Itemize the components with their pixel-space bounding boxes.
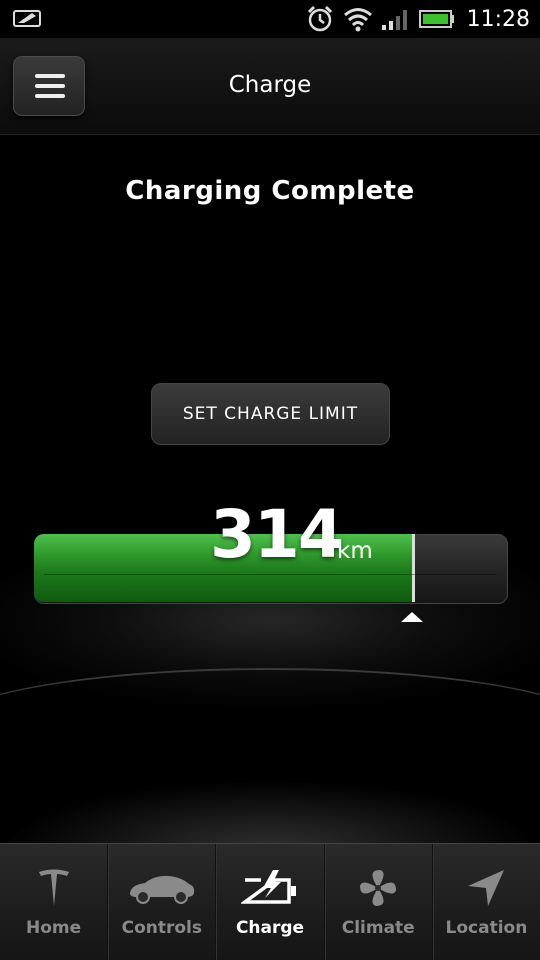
tesla-logo-icon bbox=[37, 868, 71, 908]
app-header: Charge bbox=[0, 38, 540, 135]
nav-label-home: Home bbox=[26, 918, 82, 938]
nav-item-charge[interactable]: Charge bbox=[216, 844, 325, 960]
fan-icon bbox=[358, 868, 398, 908]
battery-icon bbox=[418, 10, 454, 28]
set-charge-limit-button[interactable]: SET CHARGE LIMIT bbox=[151, 383, 390, 445]
wifi-icon bbox=[343, 8, 372, 32]
alarm-icon bbox=[307, 5, 332, 32]
app-screen: 11:28 Charge Charging Complete SET CHARG… bbox=[0, 0, 540, 960]
floor-arc bbox=[0, 668, 540, 790]
bottom-glow bbox=[0, 780, 540, 850]
bottom-nav: Home Controls Charge Climate Location bbox=[0, 843, 540, 960]
battery-gauge-ticks bbox=[44, 574, 496, 585]
range-value: 314 bbox=[210, 496, 344, 573]
car-icon bbox=[127, 868, 197, 908]
charge-battery-icon bbox=[241, 868, 299, 908]
range-unit: km bbox=[337, 538, 373, 564]
charging-status-heading: Charging Complete bbox=[125, 176, 415, 206]
status-bar: 11:28 bbox=[0, 0, 540, 38]
status-icons: 11:28 bbox=[305, 0, 530, 38]
charge-limit-marker[interactable] bbox=[401, 612, 423, 622]
nav-item-location[interactable]: Location bbox=[433, 844, 540, 960]
nav-label-climate: Climate bbox=[341, 918, 415, 938]
nav-item-controls[interactable]: Controls bbox=[108, 844, 217, 960]
page-title: Charge bbox=[228, 72, 312, 98]
status-time: 11:28 bbox=[466, 6, 530, 32]
nav-item-climate[interactable]: Climate bbox=[325, 844, 433, 960]
nav-item-home[interactable]: Home bbox=[0, 844, 109, 960]
notification-icon bbox=[13, 10, 41, 27]
nav-label-controls: Controls bbox=[121, 918, 202, 938]
signal-icon bbox=[381, 10, 407, 30]
nav-label-charge: Charge bbox=[235, 918, 305, 938]
location-arrow-icon bbox=[466, 868, 506, 908]
nav-label-location: Location bbox=[445, 918, 528, 938]
